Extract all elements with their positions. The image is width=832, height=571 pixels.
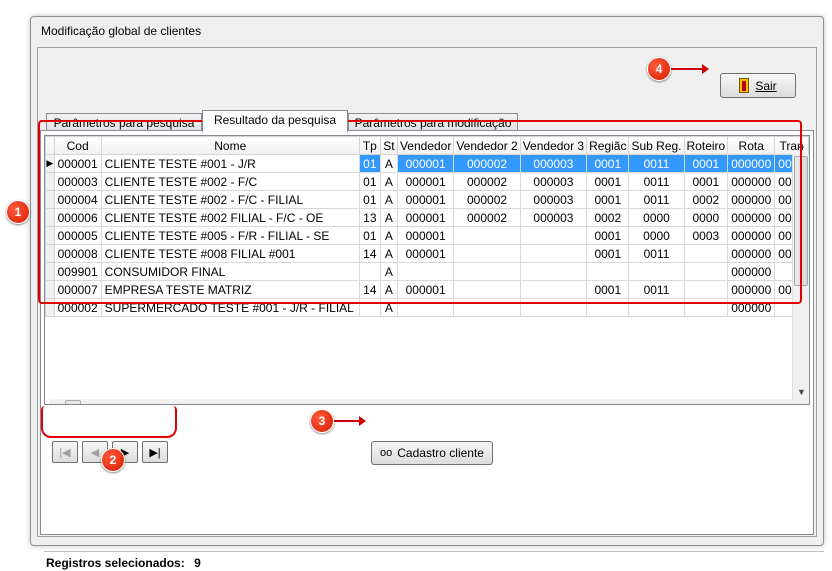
first-record-icon: |◀ [59, 446, 71, 459]
first-record-button[interactable]: |◀ [52, 441, 78, 463]
status-count: 9 [194, 556, 201, 570]
glasses-icon: oo [380, 447, 393, 459]
annotation-badge-4: 4 [647, 57, 671, 81]
tab-label: Resultado da pesquisa [213, 113, 337, 127]
previous-record-icon: ◀ [90, 446, 100, 459]
client-register-label: Cadastro cliente [397, 446, 484, 460]
horizontal-scrollbar[interactable]: ◀ ▶ [49, 399, 797, 404]
tab-search-results[interactable]: Resultado da pesquisa [202, 110, 348, 132]
status-label: Registros selecionados: [46, 556, 185, 570]
annotation-box-grid [38, 120, 802, 304]
status-bar: Registros selecionados: 9 [44, 551, 824, 571]
exit-button[interactable]: Sair [720, 73, 796, 98]
scroll-right-icon[interactable]: ▶ [785, 402, 792, 404]
scroll-down-icon[interactable]: ▼ [797, 387, 806, 397]
exit-button-label: Sair [755, 78, 777, 93]
horizontal-scroll-thumb[interactable] [65, 400, 81, 404]
scroll-left-icon[interactable]: ◀ [52, 402, 59, 404]
last-record-button[interactable]: ▶| [142, 441, 168, 463]
annotation-arrow-4 [671, 64, 709, 74]
annotation-badge-2: 2 [101, 448, 125, 472]
annotation-badge-3: 3 [310, 409, 334, 433]
exit-door-icon [739, 78, 750, 93]
annotation-badge-1: 1 [6, 200, 30, 224]
annotation-arrow-3 [334, 416, 366, 426]
window-title: Modificação global de clientes [41, 24, 202, 38]
client-register-button[interactable]: oo Cadastro cliente [371, 441, 493, 465]
last-record-icon: ▶| [149, 446, 161, 459]
annotation-box-nav [41, 406, 177, 438]
